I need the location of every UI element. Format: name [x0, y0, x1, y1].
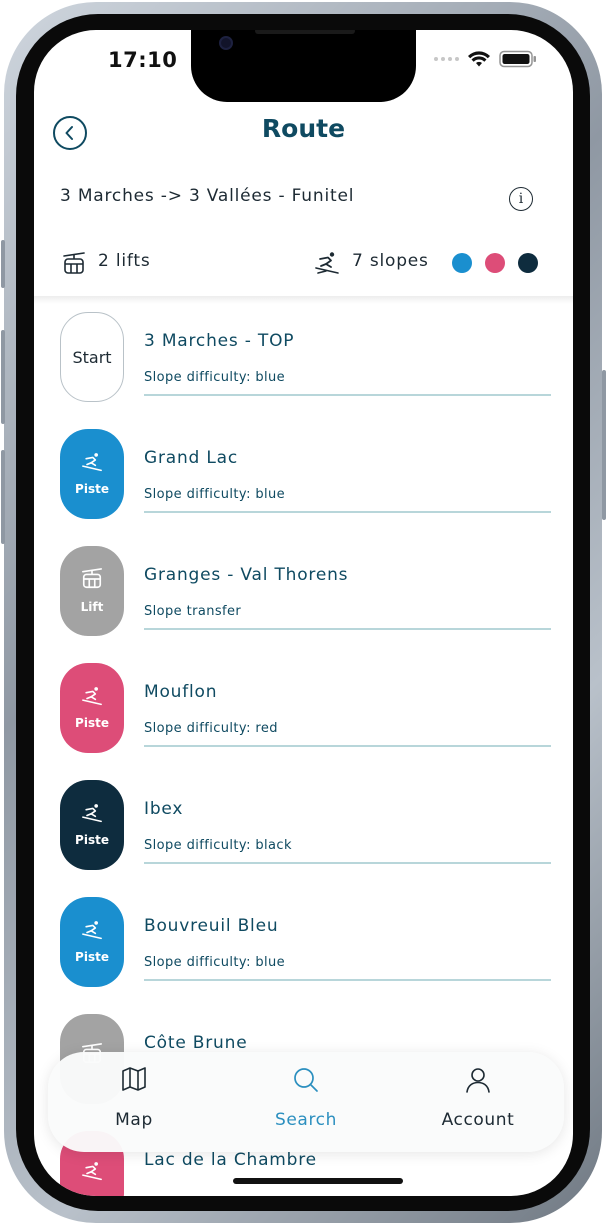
- list-item[interactable]: Piste Ibex Slope difficulty: black: [34, 776, 573, 893]
- info-button[interactable]: i: [509, 187, 533, 211]
- side-button-volume-up: [1, 330, 5, 424]
- list-item[interactable]: Piste Grand Lac Slope difficulty: blue: [34, 425, 573, 542]
- start-badge: Start: [60, 312, 124, 402]
- skier-icon: [82, 1162, 102, 1181]
- step-title: Granges - Val Thorens: [144, 565, 349, 585]
- row-divider: [144, 394, 551, 396]
- badge-label: Piste: [75, 482, 109, 496]
- step-subtitle: Slope difficulty: black: [144, 838, 292, 853]
- skier-icon: [315, 252, 339, 274]
- step-title: 3 Marches - TOP: [144, 331, 295, 351]
- route-summary: 2 lifts 7 slopes: [34, 248, 573, 280]
- step-title: Lac de la Chambre: [144, 1150, 317, 1170]
- difficulty-dot-blue: [452, 253, 472, 273]
- tab-label: Search: [274, 1110, 337, 1130]
- step-subtitle: Slope transfer: [144, 604, 242, 619]
- tab-account[interactable]: Account: [392, 1052, 564, 1152]
- badge-label: Piste: [75, 716, 109, 730]
- step-title: Bouvreuil Bleu: [144, 916, 279, 936]
- difficulty-dot-red: [485, 253, 505, 273]
- front-camera: [219, 36, 233, 50]
- wifi-icon: [468, 51, 490, 67]
- page-title: Route: [261, 114, 346, 143]
- battery-icon: [499, 50, 536, 68]
- status-indicators: [434, 50, 537, 68]
- speaker: [255, 30, 355, 34]
- difficulty-dot-black: [518, 253, 538, 273]
- step-subtitle: Slope difficulty: blue: [144, 370, 286, 385]
- piste-badge-black: Piste: [60, 780, 124, 870]
- badge-label: Lift: [80, 600, 104, 614]
- step-title: Mouflon: [144, 682, 218, 702]
- header-divider: [34, 296, 573, 304]
- row-divider: [144, 745, 551, 747]
- tab-label: Account: [441, 1110, 515, 1130]
- step-title: Ibex: [144, 799, 184, 819]
- row-divider: [144, 628, 551, 630]
- step-subtitle: Slope difficulty: red: [144, 721, 278, 736]
- step-subtitle: Slope difficulty: blue: [144, 487, 286, 502]
- info-icon: i: [518, 191, 524, 207]
- side-button-volume-down: [1, 450, 5, 544]
- tab-search[interactable]: Search: [220, 1052, 392, 1152]
- side-button-power: [602, 370, 606, 520]
- row-divider: [144, 511, 551, 513]
- app-screen: 17:10 Route 3 Marches -> 3 Vallées - Fun…: [34, 30, 573, 1196]
- row-divider: [144, 862, 551, 864]
- list-item[interactable]: Piste Mouflon Slope difficulty: red: [34, 659, 573, 776]
- gondola-icon: [63, 252, 85, 274]
- map-icon: [122, 1067, 146, 1091]
- skier-icon: [82, 687, 102, 706]
- cellular-signal-icon: [434, 57, 459, 61]
- piste-badge-blue: Piste: [60, 429, 124, 519]
- badge-label: Start: [72, 347, 112, 367]
- slopes-count: 7 slopes: [352, 251, 429, 271]
- list-item[interactable]: Start 3 Marches - TOP Slope difficulty: …: [34, 308, 573, 425]
- tab-map[interactable]: Map: [48, 1052, 220, 1152]
- badge-label: Piste: [75, 950, 109, 964]
- lifts-count: 2 lifts: [98, 251, 151, 271]
- gondola-icon: [82, 568, 102, 589]
- piste-badge-blue: Piste: [60, 897, 124, 987]
- list-item[interactable]: Lift Granges - Val Thorens Slope transfe…: [34, 542, 573, 659]
- row-divider: [144, 979, 551, 981]
- lift-badge: Lift: [60, 546, 124, 636]
- status-time: 17:10: [108, 48, 178, 72]
- bottom-tab-bar: Map Search Account: [48, 1052, 564, 1152]
- route-name: 3 Marches -> 3 Vallées - Funitel: [60, 186, 355, 206]
- step-subtitle: Slope difficulty: blue: [144, 955, 286, 970]
- step-title: Côte Brune: [144, 1033, 248, 1053]
- dynamic-notch: [191, 30, 416, 102]
- piste-badge-red: Piste: [60, 663, 124, 753]
- step-title: Grand Lac: [144, 448, 238, 468]
- skier-icon: [82, 453, 102, 472]
- skier-icon: [82, 921, 102, 940]
- tab-label: Map: [115, 1110, 153, 1130]
- side-button-mute: [1, 240, 5, 288]
- search-icon: [294, 1068, 318, 1092]
- badge-label: Piste: [75, 833, 109, 847]
- account-icon: [466, 1068, 490, 1093]
- skier-icon: [82, 804, 102, 823]
- list-item[interactable]: Piste Bouvreuil Bleu Slope difficulty: b…: [34, 893, 573, 1010]
- home-indicator[interactable]: [233, 1178, 403, 1184]
